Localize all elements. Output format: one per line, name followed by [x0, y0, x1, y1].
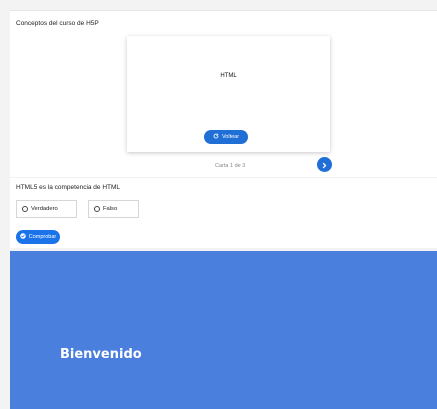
radio-icon: [94, 206, 100, 212]
card-counter: Carta 1 de 3: [215, 163, 246, 169]
welcome-banner: Bienvenido: [10, 251, 437, 409]
flip-label: Voltear: [221, 134, 240, 140]
check-label: Comprobar: [28, 234, 57, 240]
welcome-text: Bienvenido: [60, 347, 142, 362]
flashcard-text: HTML: [220, 73, 237, 79]
option-falso[interactable]: Falso: [88, 200, 139, 218]
option-label: Falso: [103, 206, 118, 212]
check-circle-icon: [19, 233, 26, 241]
option-verdadero[interactable]: Verdadero: [16, 200, 77, 218]
flashcards-title: Conceptos del curso de H5P: [16, 20, 99, 27]
quiz-question: HTML5 es la competencia de HTML: [16, 184, 121, 191]
refresh-icon: [213, 133, 219, 141]
flip-button[interactable]: Voltear: [204, 130, 248, 144]
flashcard[interactable]: HTML Voltear: [127, 36, 330, 152]
quiz-panel: HTML5 es la competencia de HTML Verdader…: [10, 178, 437, 248]
next-card-button[interactable]: [317, 157, 332, 172]
chevron-right-icon: [321, 156, 328, 174]
check-button[interactable]: Comprobar: [16, 230, 60, 244]
radio-icon: [22, 206, 28, 212]
option-label: Verdadero: [31, 206, 58, 212]
flashcards-panel: Conceptos del curso de H5P HTML Voltear …: [10, 10, 437, 177]
